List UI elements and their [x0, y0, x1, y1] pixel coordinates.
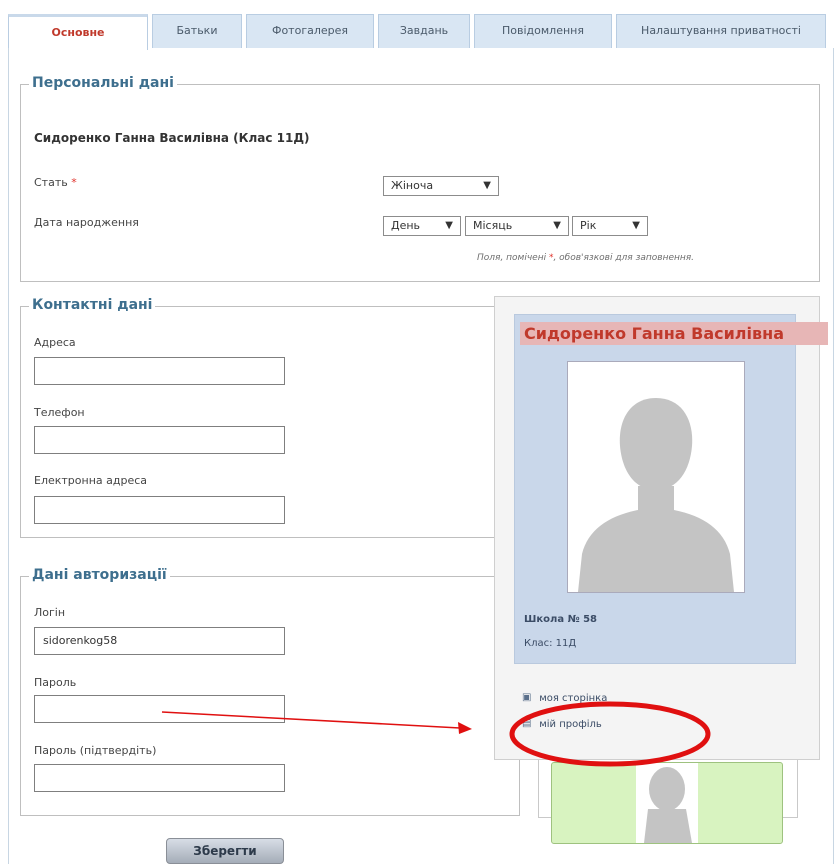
annotation-ellipse — [509, 701, 711, 767]
annotation-overlay — [161, 701, 711, 767]
arrow-head-icon — [458, 722, 472, 734]
save-button[interactable]: Зберегти — [166, 838, 284, 864]
annotation-arrow-line — [161, 711, 461, 729]
